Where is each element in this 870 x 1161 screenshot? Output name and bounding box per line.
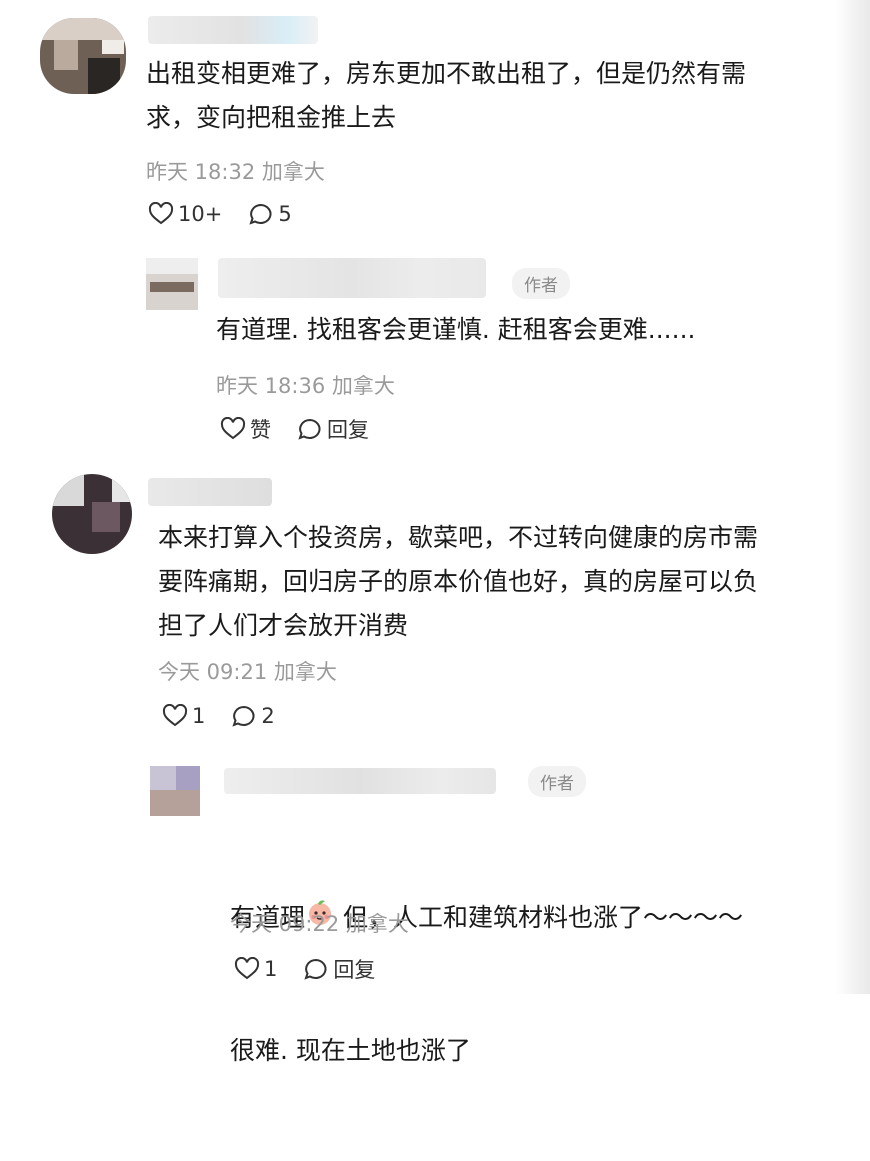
- username-blurred[interactable]: [218, 258, 486, 298]
- comment-meta: 昨天 18:36 加拿大: [216, 370, 395, 400]
- avatar[interactable]: [150, 766, 200, 816]
- heart-outline-icon: [162, 704, 188, 727]
- like-count: 1: [264, 957, 278, 981]
- comment-actions: 赞 回复: [220, 414, 369, 444]
- comment-meta: 今天 09:21 加拿大: [158, 656, 337, 686]
- like-button[interactable]: 1: [234, 957, 277, 981]
- comment-location: 加拿大: [261, 160, 325, 184]
- username-blurred[interactable]: [148, 16, 318, 44]
- speech-bubble-icon: [232, 705, 255, 727]
- reply-count: 2: [261, 704, 275, 728]
- comment-actions: 1 回复: [234, 954, 375, 984]
- comment-text: 本来打算入个投资房，歇菜吧，不过转向健康的房市需 要阵痛期，回归房子的原本价值也…: [158, 523, 759, 640]
- comment-time: 今天 09:21: [158, 660, 268, 684]
- comment-location: 加拿大: [331, 374, 395, 398]
- like-button[interactable]: 10+: [148, 202, 222, 226]
- comment-location: 加拿大: [273, 660, 337, 684]
- reply-label: 回复: [327, 418, 369, 442]
- comment-time: 昨天 18:36: [216, 374, 326, 398]
- like-count: 10+: [178, 202, 223, 226]
- comment-time: 今天 09:22: [230, 912, 340, 936]
- avatar[interactable]: [52, 474, 132, 554]
- comment-text: 有道理. 找租客会更谨慎. 赶租客会更难......: [216, 315, 696, 344]
- right-edge-shadow: [836, 0, 870, 994]
- like-button[interactable]: 赞: [220, 414, 271, 444]
- comment-actions: 1 2: [162, 704, 275, 728]
- comment-meta: 今天 09:22 加拿大: [230, 908, 409, 938]
- heart-outline-icon: [148, 202, 174, 225]
- comment-text-line-2: 很难. 现在土地也涨了: [230, 1036, 471, 1065]
- like-label: 赞: [250, 418, 271, 442]
- speech-bubble-icon: [304, 958, 327, 980]
- like-count: 1: [192, 704, 206, 728]
- username-blurred[interactable]: [148, 478, 272, 506]
- speech-bubble-icon: [249, 203, 272, 225]
- author-badge: 作者: [512, 268, 570, 299]
- avatar[interactable]: [40, 18, 126, 94]
- avatar[interactable]: [146, 258, 198, 310]
- author-badge: 作者: [528, 766, 586, 797]
- comment-text: 有道理 但，人工和建筑材料也涨了～～～～ 很难. 现在土地也涨了: [230, 808, 743, 1161]
- comment-time: 昨天 18:32: [146, 160, 256, 184]
- heart-outline-icon: [234, 957, 260, 980]
- comment-meta: 昨天 18:32 加拿大: [146, 156, 325, 186]
- like-button[interactable]: 1: [162, 704, 205, 728]
- reply-label: 回复: [333, 958, 376, 982]
- comment-text: 出租变相更难了，房东更加不敢出租了，但是仍然有需 求，变向把租金推上去: [146, 59, 747, 132]
- reply-count: 5: [278, 202, 292, 226]
- speech-bubble-icon: [298, 418, 321, 440]
- reply-button[interactable]: 5: [248, 202, 292, 226]
- reply-button[interactable]: 2: [231, 704, 275, 728]
- comment-actions: 10+ 5: [148, 202, 292, 226]
- username-blurred[interactable]: [224, 768, 496, 794]
- comment-location: 加拿大: [345, 912, 409, 936]
- reply-button[interactable]: 回复: [303, 954, 375, 984]
- reply-button[interactable]: 回复: [297, 414, 369, 444]
- heart-outline-icon: [220, 417, 246, 440]
